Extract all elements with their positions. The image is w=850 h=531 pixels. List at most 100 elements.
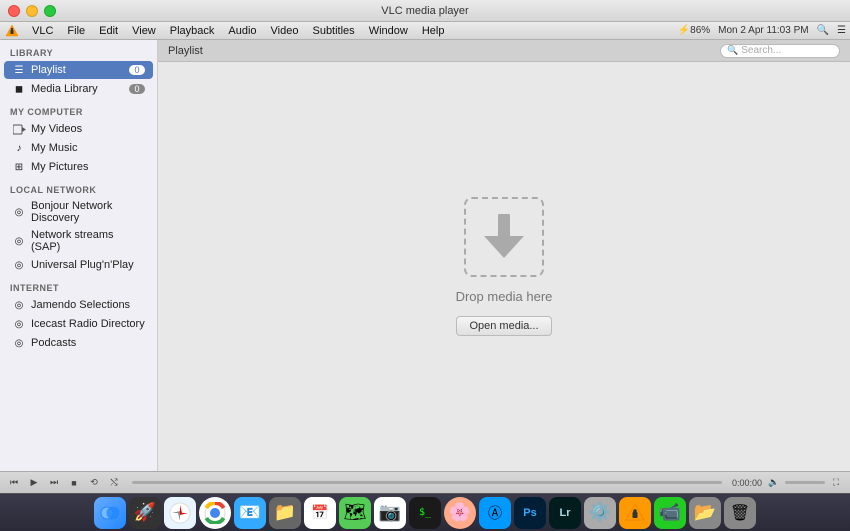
menu-edit[interactable]: Edit [93, 24, 124, 38]
dock-lightroom[interactable]: Lr [549, 497, 581, 529]
maximize-button[interactable] [44, 5, 56, 17]
fullscreen-button[interactable]: ⛶ [828, 475, 844, 491]
menu-help[interactable]: Help [416, 24, 451, 38]
dock-photos2[interactable]: 🌸 [444, 497, 476, 529]
sidebar-item-playlist[interactable]: ☰ Playlist 0 [4, 61, 153, 79]
content-area: Playlist 🔍 Search... Drop media here Ope… [158, 40, 850, 471]
player-controls: ⏮ ▶ ⏭ ■ ⟲ ⤭ [6, 475, 122, 491]
menu-playback[interactable]: Playback [164, 24, 221, 38]
dock-terminal[interactable]: $_ [409, 497, 441, 529]
menubar-status: ⚡86% Mon 2 Apr 11:03 PM 🔍 ☰ [678, 25, 846, 36]
local-network-header: LOCAL NETWORK [0, 177, 157, 197]
random-button[interactable]: ⤭ [106, 475, 122, 491]
content-header: Playlist 🔍 Search... [158, 40, 850, 62]
dock-maps[interactable]: 🗺 [339, 497, 371, 529]
list-icon[interactable]: ☰ [837, 25, 846, 36]
sidebar-item-playlist-label: Playlist [31, 64, 66, 76]
dock-settings[interactable]: ⚙️ [584, 497, 616, 529]
my-videos-icon [12, 122, 26, 136]
next-button[interactable]: ⏭ [46, 475, 62, 491]
drop-zone: Drop media here Open media... [158, 62, 850, 471]
sidebar-item-media-library-label: Media Library [31, 83, 98, 95]
menu-view[interactable]: View [126, 24, 162, 38]
dock-vlc[interactable] [619, 497, 651, 529]
vlc-logo-icon [4, 23, 20, 39]
dock-photoshop[interactable]: Ps [514, 497, 546, 529]
dock-appstore[interactable]: Ⓐ [479, 497, 511, 529]
drop-text: Drop media here [456, 289, 553, 304]
dock-finder2[interactable]: 📁 [269, 497, 301, 529]
media-library-badge: 0 [129, 84, 145, 94]
library-header: LIBRARY [0, 40, 157, 60]
sidebar-item-network-streams[interactable]: ◎ Network streams (SAP) [4, 227, 153, 255]
menu-file[interactable]: File [61, 24, 91, 38]
sidebar-item-my-videos-label: My Videos [31, 123, 82, 135]
playlist-badge: 0 [129, 65, 145, 75]
network-streams-icon: ◎ [12, 234, 26, 248]
menu-window[interactable]: Window [363, 24, 414, 38]
volume-area: 🔈 ⛶ [766, 475, 844, 491]
dock-calendar[interactable]: 📅 [304, 497, 336, 529]
internet-header: INTERNET [0, 275, 157, 295]
sidebar-item-my-pictures-label: My Pictures [31, 161, 88, 173]
dock-launchpad[interactable]: 🚀 [129, 497, 161, 529]
seek-bar[interactable] [132, 481, 722, 484]
search-icon-small: 🔍 [727, 45, 738, 56]
sidebar-item-podcasts[interactable]: ◎ Podcasts [4, 334, 153, 352]
dock-finder3[interactable]: 📂 [689, 497, 721, 529]
dock-mail[interactable]: 📧 [234, 497, 266, 529]
sidebar-item-my-videos[interactable]: My Videos [4, 120, 153, 138]
media-library-icon: ◼ [12, 82, 26, 96]
drop-icon-container [464, 197, 544, 277]
loop-button[interactable]: ⟲ [86, 475, 102, 491]
open-media-button[interactable]: Open media... [456, 316, 551, 336]
sidebar-item-icecast[interactable]: ◎ Icecast Radio Directory [4, 315, 153, 333]
current-time: 0:00:00 [732, 478, 762, 488]
menu-video[interactable]: Video [265, 24, 305, 38]
battery-status: ⚡86% [678, 25, 710, 36]
podcasts-icon: ◎ [12, 336, 26, 350]
dock-facetime[interactable]: 📹 [654, 497, 686, 529]
icecast-icon: ◎ [12, 317, 26, 331]
sidebar-item-icecast-label: Icecast Radio Directory [31, 318, 145, 330]
my-music-icon: ♪ [12, 141, 26, 155]
titlebar: VLC media player [0, 0, 850, 22]
search-box[interactable]: 🔍 Search... [720, 44, 840, 58]
sidebar-item-media-library[interactable]: ◼ Media Library 0 [4, 80, 153, 98]
sidebar-item-bonjour[interactable]: ◎ Bonjour Network Discovery [4, 198, 153, 226]
traffic-lights [8, 5, 56, 17]
bonjour-icon: ◎ [12, 205, 26, 219]
drop-arrow-icon [484, 214, 524, 260]
universal-plug-icon: ◎ [12, 258, 26, 272]
time-display: 0:00:00 [732, 478, 762, 488]
search-icon[interactable]: 🔍 [817, 25, 829, 36]
sidebar-item-network-streams-label: Network streams (SAP) [31, 229, 145, 253]
sidebar-item-my-pictures[interactable]: ⊞ My Pictures [4, 158, 153, 176]
search-placeholder: Search... [741, 45, 781, 56]
sidebar-item-universal-plug[interactable]: ◎ Universal Plug'n'Play [4, 256, 153, 274]
sidebar-item-jamendo[interactable]: ◎ Jamendo Selections [4, 296, 153, 314]
play-button[interactable]: ▶ [26, 475, 42, 491]
dock-finder[interactable] [94, 497, 126, 529]
dock-safari[interactable] [164, 497, 196, 529]
my-pictures-icon: ⊞ [12, 160, 26, 174]
dock-photos[interactable]: 📷 [374, 497, 406, 529]
menu-vlc[interactable]: VLC [26, 24, 59, 38]
menu-audio[interactable]: Audio [222, 24, 262, 38]
sidebar: LIBRARY ☰ Playlist 0 ◼ Media Library 0 M… [0, 40, 158, 471]
dock-chrome[interactable] [199, 497, 231, 529]
sidebar-item-my-music-label: My Music [31, 142, 77, 154]
close-button[interactable] [8, 5, 20, 17]
volume-slider[interactable] [785, 481, 825, 484]
sidebar-item-my-music[interactable]: ♪ My Music [4, 139, 153, 157]
datetime: Mon 2 Apr 11:03 PM [718, 25, 808, 36]
playlist-icon: ☰ [12, 63, 26, 77]
player-bar: ⏮ ▶ ⏭ ■ ⟲ ⤭ 0:00:00 🔈 ⛶ [0, 471, 850, 493]
prev-button[interactable]: ⏮ [6, 475, 22, 491]
dock-trash[interactable]: 🗑 [724, 497, 756, 529]
mute-button[interactable]: 🔈 [766, 475, 782, 491]
stop-button[interactable]: ■ [66, 475, 82, 491]
main-layout: LIBRARY ☰ Playlist 0 ◼ Media Library 0 M… [0, 40, 850, 471]
menu-subtitles[interactable]: Subtitles [306, 24, 360, 38]
minimize-button[interactable] [26, 5, 38, 17]
